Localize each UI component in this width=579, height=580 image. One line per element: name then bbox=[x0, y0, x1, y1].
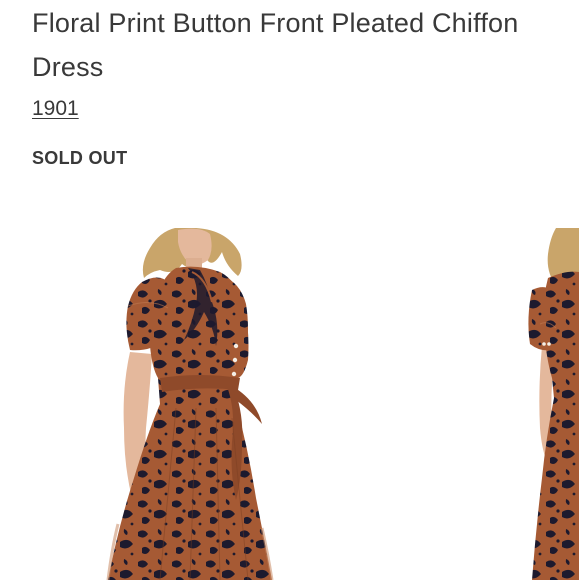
brand-link[interactable]: 1901 bbox=[32, 96, 79, 122]
product-title: Floral Print Button Front Pleated Chiffo… bbox=[32, 8, 519, 82]
dress-button bbox=[231, 371, 237, 377]
sold-out-status: SOLD OUT bbox=[32, 148, 128, 168]
dress-button bbox=[233, 343, 239, 349]
product-image-secondary[interactable] bbox=[528, 228, 579, 580]
product-image-primary[interactable] bbox=[106, 228, 274, 580]
dress-button bbox=[232, 357, 238, 363]
product-image-gallery[interactable] bbox=[0, 228, 579, 580]
product-header: Floral Print Button Front Pleated Chiffo… bbox=[32, 0, 552, 122]
